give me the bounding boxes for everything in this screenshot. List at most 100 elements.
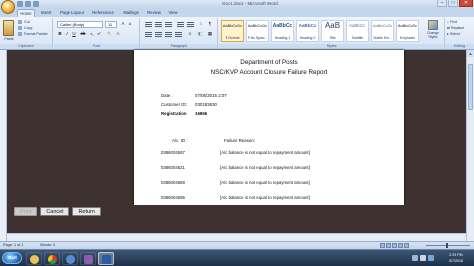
table-row-ac-id: 0386004695: [161, 195, 185, 200]
office-button[interactable]: [1, 0, 15, 14]
report-title: NSC/KVP Account Closure Failure Report: [210, 69, 328, 76]
styles-group: AaBbCcDc ¶ Normal AaBbCcDc ¶ No Spaci...…: [219, 18, 445, 49]
redo-icon[interactable]: [33, 1, 39, 7]
superscript-button[interactable]: x²: [96, 31, 102, 37]
grow-font-icon[interactable]: A: [120, 21, 126, 27]
taskbar-chrome-icon[interactable]: [44, 252, 60, 265]
style-no-spacing[interactable]: AaBbCcDc ¶ No Spaci...: [246, 20, 269, 42]
underline-button[interactable]: U: [71, 31, 77, 37]
bold-button[interactable]: B: [57, 31, 63, 37]
report-action-buttons: Print Cancel Return: [14, 207, 101, 216]
paste-button-label[interactable]: Paste: [2, 37, 16, 41]
style-emphasis[interactable]: AaBbCcDc Emphasis: [396, 20, 419, 42]
taskbar-media-icon[interactable]: [62, 252, 78, 265]
return-button[interactable]: Return: [72, 207, 101, 216]
tab-references[interactable]: References: [89, 9, 117, 17]
close-button[interactable]: ✕: [459, 0, 473, 7]
shrink-font-icon[interactable]: A: [127, 21, 133, 27]
taskbar-app-icon[interactable]: [80, 252, 96, 265]
word-icon: [102, 255, 111, 264]
print-layout-icon[interactable]: [380, 243, 385, 248]
borders-icon[interactable]: ▦: [207, 31, 213, 37]
vertical-scrollbar[interactable]: ▲: [466, 50, 474, 241]
word-count-status[interactable]: Words: 0: [40, 242, 55, 249]
tray-volume-icon[interactable]: [420, 255, 426, 261]
web-layout-icon[interactable]: [392, 243, 397, 248]
highlight-icon[interactable]: ✎: [106, 31, 112, 37]
taskbar-explorer-icon[interactable]: [26, 252, 42, 265]
minimize-button[interactable]: –: [437, 0, 447, 7]
maximize-button[interactable]: □: [448, 0, 458, 7]
style-normal[interactable]: AaBbCcDc ¶ Normal: [221, 20, 244, 42]
copy-button[interactable]: Copy: [18, 26, 32, 31]
print-button[interactable]: Print: [14, 207, 38, 216]
full-screen-reading-icon[interactable]: [386, 243, 391, 248]
table-row-reason: [A/c balance is not equal to repayment a…: [220, 195, 310, 200]
page-count-status[interactable]: Page: 1 of 1: [3, 242, 23, 249]
bullets-icon[interactable]: [145, 22, 152, 27]
cut-button[interactable]: Cut: [18, 20, 30, 25]
tab-review[interactable]: Review: [145, 9, 163, 17]
justify-icon[interactable]: [175, 32, 182, 37]
increase-indent-icon[interactable]: [187, 22, 194, 27]
scroll-up-icon[interactable]: ▲: [467, 50, 474, 57]
start-button[interactable]: Start: [2, 252, 22, 264]
cancel-button[interactable]: Cancel: [40, 207, 70, 216]
taskbar-word-icon[interactable]: [98, 252, 114, 265]
paste-icon[interactable]: [3, 20, 14, 36]
report-page: Department of Posts NSC/KVP Account Clos…: [134, 50, 404, 205]
decrease-indent-icon[interactable]: [177, 22, 184, 27]
align-right-icon[interactable]: [165, 32, 172, 37]
customer-id-label: Customer ID:: [161, 102, 187, 107]
pilcrow-icon[interactable]: ¶: [207, 21, 213, 27]
sort-icon[interactable]: ↕: [198, 21, 204, 27]
font-color-icon[interactable]: A: [115, 31, 121, 37]
shading-icon[interactable]: ◧: [197, 31, 203, 37]
app-icon: [84, 255, 93, 264]
numbering-icon[interactable]: [155, 22, 162, 27]
zoom-slider-thumb[interactable]: [446, 243, 448, 248]
style-heading-2[interactable]: AaBbCc Heading 2: [296, 20, 319, 42]
replace-button[interactable]: ⇄ Replace: [447, 26, 464, 31]
format-painter-button[interactable]: Format Painter: [18, 32, 48, 37]
multilevel-list-icon[interactable]: [165, 22, 172, 27]
tab-home[interactable]: Home: [17, 9, 35, 17]
align-left-icon[interactable]: [145, 32, 152, 37]
tab-mailings[interactable]: Mailings: [119, 9, 143, 17]
select-button[interactable]: ▸ Select: [447, 32, 460, 37]
style-heading-1[interactable]: AaBbCc Heading 1: [271, 20, 294, 42]
editing-group-label: Editing: [445, 44, 474, 49]
align-center-icon[interactable]: [155, 32, 162, 37]
style-subtle-emphasis[interactable]: AaBbCcDc Subtle Em...: [371, 20, 394, 42]
zoom-slider[interactable]: [426, 245, 470, 246]
style-title[interactable]: AaB Title: [321, 20, 344, 42]
ribbon: Paste Cut Copy Format Painter Clipboard …: [0, 17, 474, 50]
table-row-reason: [A/c balance is not equal to repayment a…: [220, 165, 310, 170]
tray-network-icon[interactable]: [412, 255, 418, 261]
taskbar-clock[interactable]: 2:29 PM 5/7/2015: [440, 252, 472, 264]
tab-insert[interactable]: Insert: [37, 9, 55, 17]
brush-icon: [18, 32, 22, 37]
outline-icon[interactable]: [398, 243, 403, 248]
subscript-button[interactable]: x₂: [89, 31, 95, 37]
customer-id-value: 030183630: [195, 102, 217, 107]
tray-flag-icon[interactable]: [428, 255, 434, 261]
draft-icon[interactable]: [404, 243, 409, 248]
copy-icon: [18, 26, 22, 31]
change-styles-button[interactable]: Change Styles: [424, 19, 442, 44]
italic-button[interactable]: I: [64, 31, 70, 37]
style-subtitle[interactable]: AaBbCc. Subtitle: [346, 20, 369, 42]
font-size-field[interactable]: 11: [105, 21, 117, 28]
tab-page-layout[interactable]: Page Layout: [57, 9, 87, 17]
line-spacing-icon[interactable]: ≡: [187, 31, 193, 37]
horizontal-scrollbar[interactable]: [7, 233, 466, 241]
tab-view[interactable]: View: [165, 9, 181, 17]
vertical-scroll-thumb[interactable]: [468, 64, 473, 110]
font-name-field[interactable]: Calibri (Body): [57, 21, 103, 28]
strikethrough-button[interactable]: ab: [80, 31, 86, 37]
find-button[interactable]: ⌕ Find: [447, 20, 457, 25]
save-icon[interactable]: [17, 1, 23, 7]
media-player-icon: [66, 255, 75, 264]
clipboard-group: Paste Cut Copy Format Painter Clipboard: [0, 18, 53, 49]
undo-icon[interactable]: [25, 1, 31, 7]
